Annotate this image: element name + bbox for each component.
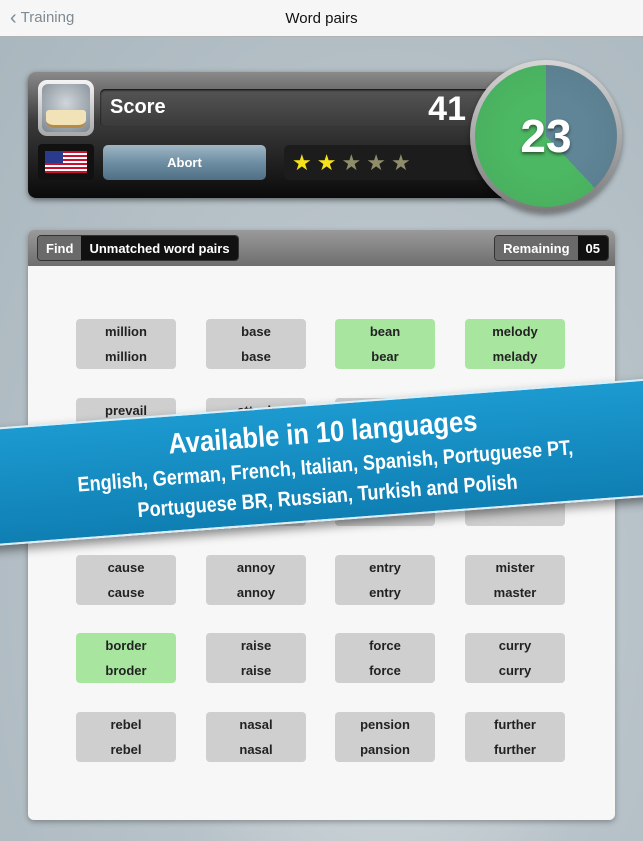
score-label: Score [110, 96, 166, 118]
word-top: melody [492, 324, 538, 339]
word-top: force [369, 638, 401, 653]
page-title: Word pairs [285, 10, 358, 27]
us-flag-icon [45, 151, 87, 173]
word-bottom: cause [107, 585, 145, 600]
word-bottom: base [241, 349, 271, 364]
word-pair-card[interactable]: melody melady [465, 319, 565, 369]
word-bottom: force [369, 663, 401, 678]
star-icon: ★ [316, 149, 337, 175]
word-pair-card[interactable]: force force [335, 633, 435, 683]
star-rating: ★ ★ ★ ★ ★ [284, 145, 484, 180]
star-icon: ★ [292, 149, 312, 175]
score-value: 41 [428, 90, 466, 128]
word-pair-card[interactable]: cause cause [76, 555, 176, 605]
score-bar: Score 41 [100, 89, 500, 128]
abort-button[interactable]: Abort [103, 145, 266, 180]
word-top: annoy [236, 560, 276, 575]
word-top: border [105, 638, 147, 653]
word-top: cause [107, 560, 145, 575]
word-bottom: pansion [360, 742, 410, 757]
word-pair-card[interactable]: million million [76, 319, 176, 369]
remaining-value: 05 [577, 236, 608, 260]
remaining-label: Remaining [495, 236, 578, 260]
word-bottom: broder [105, 663, 147, 678]
word-pair-card[interactable]: raise raise [206, 633, 306, 683]
star-icon: ★ [341, 149, 362, 175]
word-bottom: raise [240, 663, 272, 678]
word-pair-card[interactable]: base base [206, 319, 306, 369]
word-pair-card[interactable]: rebel rebel [76, 712, 176, 762]
star-icon: ★ [390, 149, 411, 175]
word-bottom: annoy [236, 585, 276, 600]
word-pair-card[interactable]: mister master [465, 555, 565, 605]
word-bottom: master [493, 585, 537, 600]
word-pair-card[interactable]: bean bear [335, 319, 435, 369]
word-bottom: rebel [110, 742, 142, 757]
score-panel: Score 41 Abort ★ ★ ★ ★ ★ [28, 72, 528, 198]
remaining-counter: Remaining 05 [494, 235, 609, 261]
app-icon [38, 80, 94, 136]
word-bottom: curry [498, 663, 532, 678]
navigation-bar: ‹ Training Word pairs [0, 0, 643, 37]
word-top: million [105, 324, 147, 339]
word-bottom: bear [371, 349, 399, 364]
word-pair-card[interactable]: curry curry [465, 633, 565, 683]
word-pair-card[interactable]: border broder [76, 633, 176, 683]
word-top: further [494, 717, 536, 732]
find-label: Find [38, 236, 82, 260]
word-bottom: nasal [239, 742, 273, 757]
word-pair-card[interactable]: pension pansion [335, 712, 435, 762]
find-task: Find Unmatched word pairs [37, 235, 239, 261]
word-pair-card[interactable]: annoy annoy [206, 555, 306, 605]
word-pair-card[interactable]: nasal nasal [206, 712, 306, 762]
language-flag[interactable] [38, 144, 94, 180]
timer-value: 23 [520, 110, 572, 162]
word-top: mister [495, 560, 535, 575]
word-top: curry [498, 638, 532, 653]
word-top: base [241, 324, 271, 339]
task-label: Unmatched word pairs [81, 236, 238, 260]
word-pair-card[interactable]: entry entry [335, 555, 435, 605]
book-icon [46, 110, 86, 128]
word-bottom: entry [369, 585, 401, 600]
word-top: entry [369, 560, 401, 575]
word-pair-card[interactable]: further further [465, 712, 565, 762]
star-icon: ★ [366, 149, 386, 175]
word-bottom: melady [492, 349, 538, 364]
word-bottom: million [105, 349, 147, 364]
panel-header: Find Unmatched word pairs Remaining 05 [28, 230, 615, 266]
word-bottom: further [494, 742, 536, 757]
word-top: pension [360, 717, 410, 732]
word-top: nasal [239, 717, 273, 732]
timer-circle: 23 [470, 60, 622, 212]
word-top: bean [369, 324, 401, 339]
word-top: rebel [110, 717, 142, 732]
word-top: raise [240, 638, 272, 653]
